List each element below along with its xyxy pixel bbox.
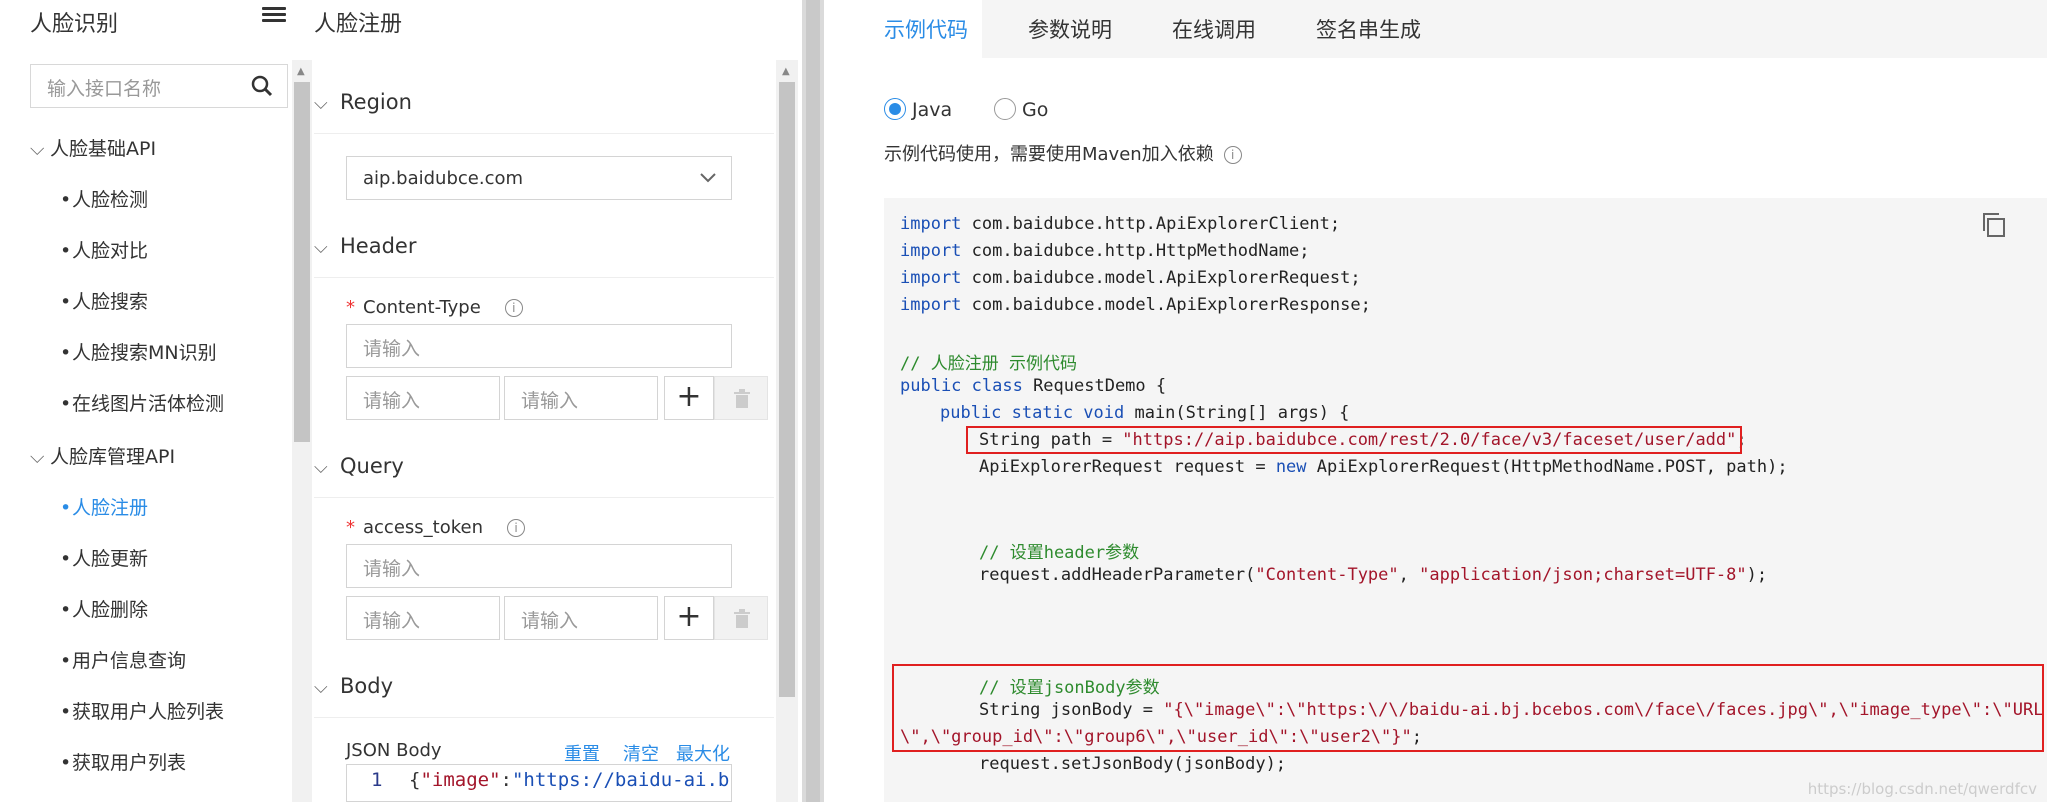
section-query[interactable]: ⌵ Query bbox=[314, 454, 774, 498]
sidebar-item-active[interactable]: •人脸注册 bbox=[60, 493, 148, 520]
chevron-down-icon: ⌵ bbox=[30, 446, 45, 468]
reset-button[interactable]: 重置 bbox=[564, 740, 600, 766]
code-line: request.setJsonBody(jsonBody); bbox=[979, 754, 1287, 774]
group-face-basic[interactable]: ⌵ 人脸基础API bbox=[30, 134, 156, 161]
code-comment: // 人脸注册 示例代码 bbox=[900, 354, 1077, 374]
sidebar-item[interactable]: •获取用户人脸列表 bbox=[60, 697, 224, 724]
tab-sample-code[interactable]: 示例代码 bbox=[854, 0, 982, 58]
delete-header-button[interactable] bbox=[714, 376, 768, 420]
sidebar-scrollbar[interactable]: ▲ bbox=[292, 60, 312, 802]
info-icon[interactable]: i bbox=[1223, 146, 1242, 164]
highlight-box-path bbox=[966, 426, 1742, 454]
radio-go[interactable]: Go bbox=[994, 98, 1048, 121]
code-block: import com.baidubce.http.ApiExplorerClie… bbox=[884, 198, 2047, 802]
sidebar-item[interactable]: •人脸搜索 bbox=[60, 287, 148, 314]
radio-unchecked-icon bbox=[994, 98, 1016, 120]
info-icon[interactable]: i bbox=[507, 519, 525, 537]
tab-signature[interactable]: 签名串生成 bbox=[1316, 0, 1421, 58]
section-header[interactable]: ⌵ Header bbox=[314, 234, 774, 278]
content-type-label: * Content-Type i bbox=[346, 297, 523, 318]
chevron-down-icon: ⌵ bbox=[314, 237, 328, 258]
request-form: 人脸注册 ⌵ Region aip.baidubce.com ⌵ Header * C… bbox=[312, 0, 802, 802]
code-line: import com.baidubce.model.ApiExplorerRes… bbox=[900, 295, 1371, 315]
scroll-up-icon[interactable]: ▲ bbox=[297, 66, 305, 77]
sidebar-item[interactable]: •人脸删除 bbox=[60, 595, 148, 622]
access-token-label: * access_token i bbox=[346, 517, 525, 538]
access-token-input[interactable]: 请输入 bbox=[346, 544, 732, 588]
code-comment: // 设置header参数 bbox=[979, 543, 1140, 563]
sidebar-item[interactable]: •人脸检测 bbox=[60, 185, 148, 212]
page-title: 人脸注册 bbox=[314, 12, 403, 37]
clear-button[interactable]: 清空 bbox=[623, 740, 659, 766]
code-panel: 示例代码 参数说明 在线调用 签名串生成 Java Go 示例代码使用，需要使用… bbox=[854, 0, 2047, 802]
menu-icon[interactable] bbox=[262, 4, 286, 28]
chevron-down-icon: ⌵ bbox=[314, 677, 328, 698]
code-line: import com.baidubce.http.HttpMethodName; bbox=[900, 241, 1310, 261]
section-region[interactable]: ⌵ Region bbox=[314, 90, 774, 134]
code-line: import com.baidubce.http.ApiExplorerClie… bbox=[900, 214, 1341, 234]
chevron-down-icon: ⌵ bbox=[314, 457, 328, 478]
chevron-down-icon: ⌵ bbox=[314, 93, 328, 114]
delete-query-button[interactable] bbox=[714, 596, 768, 640]
sidebar-item[interactable]: •人脸对比 bbox=[60, 236, 148, 263]
region-select[interactable]: aip.baidubce.com bbox=[346, 156, 732, 200]
json-body-label: JSON Body bbox=[346, 740, 442, 761]
chevron-down-icon: ⌵ bbox=[30, 138, 45, 160]
trash-icon bbox=[734, 389, 750, 408]
radio-java[interactable]: Java bbox=[884, 98, 952, 121]
sidebar-item[interactable]: •人脸更新 bbox=[60, 544, 148, 571]
tab-online-call[interactable]: 在线调用 bbox=[1172, 0, 1256, 58]
editor-code: {"image":"https://baidu-ai.b bbox=[409, 769, 730, 791]
maximize-button[interactable]: 最大化 bbox=[676, 740, 730, 766]
search-icon[interactable] bbox=[251, 75, 273, 97]
sidebar-title: 人脸识别 bbox=[30, 12, 119, 37]
scroll-thumb[interactable] bbox=[779, 82, 795, 697]
radio-checked-icon bbox=[884, 98, 906, 120]
content-type-input[interactable]: 请输入 bbox=[346, 324, 732, 368]
scroll-thumb[interactable] bbox=[294, 82, 310, 442]
dependency-note: 示例代码使用，需要使用Maven加入依赖 i bbox=[884, 140, 1242, 166]
pane-splitter[interactable] bbox=[802, 0, 824, 802]
line-number: 1 bbox=[371, 769, 383, 791]
chevron-down-icon bbox=[700, 173, 716, 183]
tab-params[interactable]: 参数说明 bbox=[1028, 0, 1112, 58]
add-header-button[interactable]: + bbox=[664, 376, 714, 420]
sidebar-item[interactable]: •获取用户列表 bbox=[60, 748, 186, 775]
add-query-button[interactable]: + bbox=[664, 596, 714, 640]
form-scrollbar[interactable]: ▲ bbox=[776, 60, 798, 802]
sidebar-item[interactable]: •在线图片活体检测 bbox=[60, 389, 224, 416]
code-line: import com.baidubce.model.ApiExplorerReq… bbox=[900, 268, 1361, 288]
header-key-input[interactable]: 请输入 bbox=[346, 376, 500, 420]
code-line: request.addHeaderParameter("Content-Type… bbox=[979, 565, 1768, 585]
copy-icon[interactable] bbox=[1981, 212, 2007, 238]
highlight-box-json bbox=[892, 664, 2044, 752]
trash-icon bbox=[734, 609, 750, 628]
query-value-input[interactable]: 请输入 bbox=[504, 596, 658, 640]
info-icon[interactable]: i bbox=[504, 299, 523, 317]
sidebar: 人脸识别 输入接口名称 ⌵ 人脸基础API •人脸检测 •人脸对比 •人脸搜索 •… bbox=[0, 0, 290, 802]
search-placeholder: 输入接口名称 bbox=[47, 78, 162, 100]
code-line: public static void main(String[] args) { bbox=[940, 403, 1350, 423]
query-key-input[interactable]: 请输入 bbox=[346, 596, 500, 640]
group-face-library[interactable]: ⌵ 人脸库管理API bbox=[30, 442, 175, 469]
tab-bar: 示例代码 参数说明 在线调用 签名串生成 bbox=[854, 0, 2047, 58]
section-body[interactable]: ⌵ Body bbox=[314, 674, 774, 718]
code-line: public class RequestDemo { bbox=[900, 376, 1167, 396]
search-input[interactable]: 输入接口名称 bbox=[30, 64, 288, 108]
header-value-input[interactable]: 请输入 bbox=[504, 376, 658, 420]
sidebar-item[interactable]: •用户信息查询 bbox=[60, 646, 186, 673]
watermark: https://blog.csdn.net/qwerdfcv bbox=[1807, 780, 2037, 798]
sidebar-item[interactable]: •人脸搜索MN识别 bbox=[60, 338, 217, 365]
scroll-up-icon[interactable]: ▲ bbox=[782, 66, 790, 77]
json-editor[interactable]: 1 {"image":"https://baidu-ai.b bbox=[346, 764, 732, 802]
code-line: ApiExplorerRequest request = new ApiExpl… bbox=[979, 457, 1788, 477]
